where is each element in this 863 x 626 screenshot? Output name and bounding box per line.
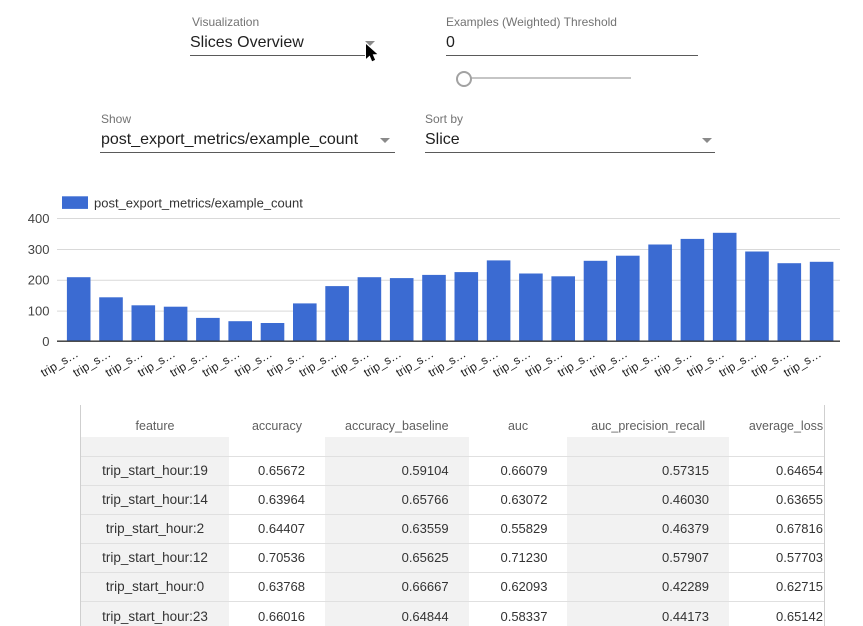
svg-text:trip_s…: trip_s… [781, 347, 824, 380]
